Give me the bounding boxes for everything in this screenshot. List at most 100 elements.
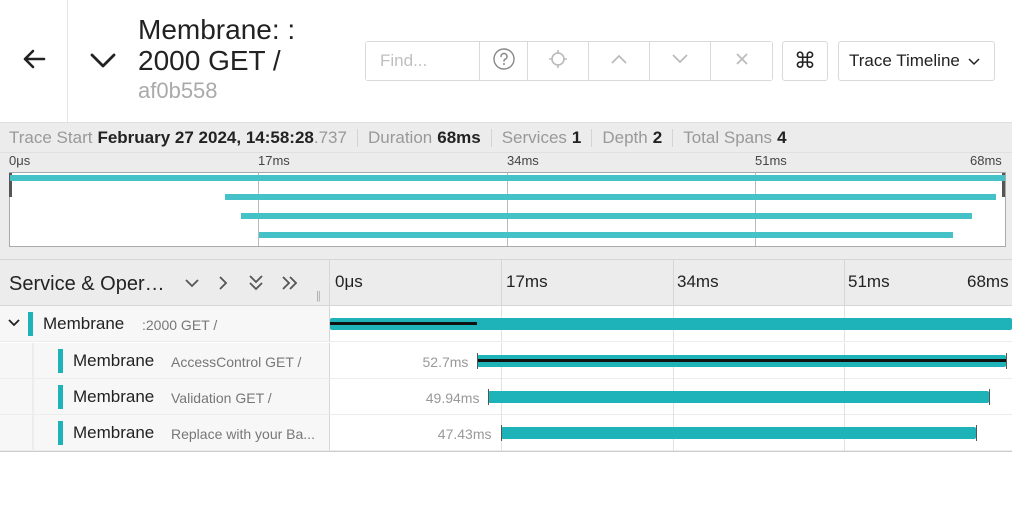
depth-label: Depth xyxy=(602,127,648,147)
search-help-button[interactable] xyxy=(480,42,528,80)
span-duration-label: 49.94ms xyxy=(425,390,480,406)
double-chevron-down-icon xyxy=(249,275,263,291)
services: Services 1 xyxy=(502,128,582,148)
search-group xyxy=(365,41,773,81)
span-duration-label: 47.43ms xyxy=(437,426,492,442)
span-name-cell[interactable]: Membrane AccessControl GET / xyxy=(0,343,330,379)
span-endcap xyxy=(488,389,490,405)
span-operation: :2000 GET / xyxy=(142,317,218,333)
span-bar[interactable] xyxy=(488,391,990,403)
chevron-down-icon xyxy=(671,52,689,70)
service-operation-column-header: Service & Operation || xyxy=(0,260,330,306)
span-endcap xyxy=(976,425,978,441)
minimap-canvas[interactable] xyxy=(9,172,1006,247)
minimap-tick: 17ms xyxy=(258,153,290,168)
span-bar-cell[interactable]: 47.43ms xyxy=(330,415,1012,451)
collapse-all-button[interactable] xyxy=(245,272,267,294)
span-bar-cell[interactable]: 52.7ms xyxy=(330,343,1012,379)
span-endcap xyxy=(1005,353,1007,369)
span-duration-label: 52.7ms xyxy=(422,354,469,370)
service-color-bar xyxy=(58,421,63,445)
view-type-select[interactable]: Trace Timeline xyxy=(838,41,995,81)
collapse-header-button[interactable] xyxy=(84,44,122,80)
trace-summary: Trace Start February 27 2024, 14:58:28.7… xyxy=(0,122,1012,153)
span-bar-cell[interactable]: 49.94ms xyxy=(330,379,1012,415)
timeline-gridline xyxy=(844,260,845,306)
view-type-label: Trace Timeline xyxy=(849,51,960,70)
minimap-tick: 51ms xyxy=(755,153,787,168)
chevron-down-icon xyxy=(8,318,20,326)
minimap-span-bar xyxy=(225,194,997,200)
span-endcap xyxy=(500,425,502,441)
timeline-tick: 68ms xyxy=(967,272,1009,291)
span-endcap xyxy=(989,389,991,405)
duration-value: 68ms xyxy=(437,127,481,147)
span-operation: Validation GET / xyxy=(171,390,272,406)
double-chevron-right-icon xyxy=(282,276,298,290)
expand-one-button[interactable] xyxy=(212,272,234,294)
trace-minimap[interactable]: 0μs 17ms 34ms 51ms 68ms xyxy=(0,153,1012,259)
locate-button[interactable] xyxy=(528,42,589,80)
services-label: Services xyxy=(501,127,567,147)
column-resize-handle[interactable]: || xyxy=(316,290,321,302)
minimap-tick: 34ms xyxy=(507,153,539,168)
trace-id: af0b558 xyxy=(138,78,218,103)
trace-start: Trace Start February 27 2024, 14:58:28.7… xyxy=(9,128,347,148)
depth: Depth 2 xyxy=(602,128,662,148)
critical-path-segment xyxy=(330,322,478,325)
span-bar-cell[interactable] xyxy=(330,306,1012,342)
span-service: Membrane xyxy=(73,351,155,370)
minimap-span-bar xyxy=(258,232,953,238)
indent-guide xyxy=(32,343,34,379)
question-circle-icon xyxy=(492,47,515,75)
divider xyxy=(591,128,593,147)
span-row[interactable]: Membrane Replace with your Ba... 47.43ms xyxy=(0,415,1012,451)
search-input[interactable] xyxy=(366,42,480,80)
minimap-span-bar xyxy=(10,175,1005,181)
critical-path-segment xyxy=(477,359,1006,362)
indent-guide xyxy=(32,415,34,451)
span-service: Membrane xyxy=(43,314,125,333)
timeline-tick: 17ms xyxy=(506,272,548,291)
column-title: Service & Operation xyxy=(9,273,169,295)
span-row[interactable]: Membrane Validation GET / 49.94ms xyxy=(0,379,1012,415)
span-service: Membrane xyxy=(73,387,155,406)
minimap-span-bar xyxy=(241,213,972,219)
prev-result-button[interactable] xyxy=(589,42,650,80)
trace-start-value: February 27 2024, 14:58:28 xyxy=(97,127,314,147)
span-name-cell[interactable]: Membrane Replace with your Ba... xyxy=(0,415,330,451)
timeline-tick: 34ms xyxy=(677,272,719,291)
command-icon: ⌘ xyxy=(794,48,816,73)
duration-label: Duration xyxy=(367,127,433,147)
back-button[interactable] xyxy=(0,0,68,122)
total-spans-value: 4 xyxy=(777,127,787,147)
arrow-left-icon xyxy=(22,48,46,75)
indent-guide xyxy=(32,379,34,415)
services-value: 1 xyxy=(571,127,582,147)
keyboard-shortcuts-button[interactable]: ⌘ xyxy=(782,41,828,81)
timeline-header: Service & Operation || 0μs 17ms 34ms 51m… xyxy=(0,259,1012,306)
minimap-tick: 0μs xyxy=(9,153,31,168)
trace-start-ms: .737 xyxy=(313,127,347,147)
span-bar[interactable] xyxy=(500,427,977,439)
trace-start-label: Trace Start xyxy=(9,127,93,147)
service-color-bar xyxy=(28,312,33,336)
span-name-cell[interactable]: Membrane Validation GET / xyxy=(0,379,330,415)
span-endcap xyxy=(477,353,479,369)
chevron-right-icon xyxy=(219,276,228,290)
next-result-button[interactable] xyxy=(650,42,711,80)
span-row[interactable]: Membrane :2000 GET / xyxy=(0,306,1012,342)
minimap-tick: 68ms xyxy=(970,153,1002,168)
span-row[interactable]: Membrane AccessControl GET / 52.7ms xyxy=(0,343,1012,379)
divider xyxy=(672,128,674,147)
span-rows: Membrane :2000 GET / Membrane AccessCont… xyxy=(0,306,1012,452)
span-toggle[interactable] xyxy=(6,314,22,330)
service-color-bar xyxy=(58,349,63,373)
service-color-bar xyxy=(58,385,63,409)
expand-all-button[interactable] xyxy=(279,272,301,294)
chevron-down-icon xyxy=(89,51,117,74)
collapse-one-button[interactable] xyxy=(181,272,203,294)
target-icon xyxy=(548,49,568,74)
span-name-cell[interactable]: Membrane :2000 GET / xyxy=(0,306,330,342)
clear-search-button[interactable] xyxy=(711,42,772,80)
